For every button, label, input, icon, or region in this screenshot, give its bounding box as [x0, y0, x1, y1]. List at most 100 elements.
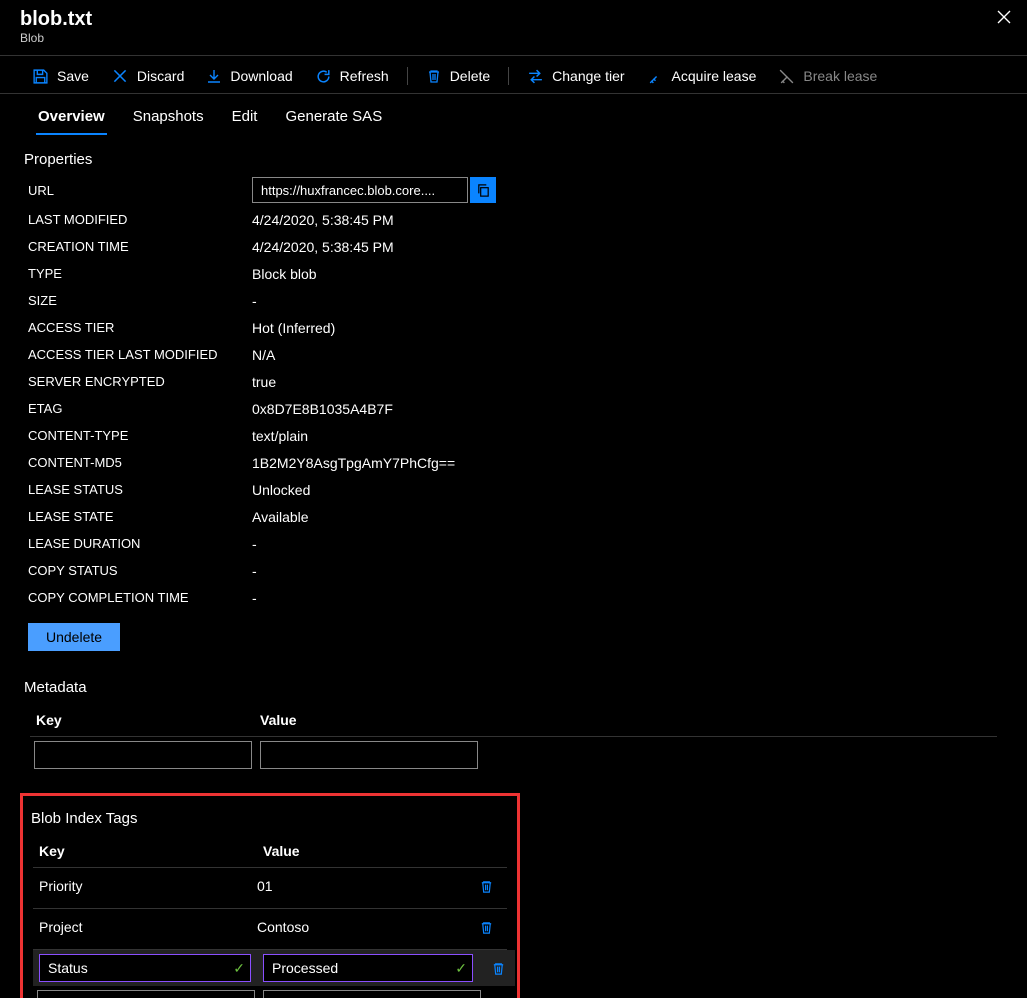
metadata-value-header: Value [260, 712, 297, 728]
property-row: COPY STATUS- [24, 557, 1003, 584]
properties-section: Properties URL LAST MODIFIED4/24/2020, 5… [0, 135, 1027, 651]
property-key: CONTENT-MD5 [28, 455, 252, 470]
tab-snapshots[interactable]: Snapshots [131, 102, 206, 135]
url-input[interactable] [252, 177, 468, 203]
discard-icon [111, 67, 129, 85]
save-label: Save [57, 68, 89, 84]
property-value: - [252, 293, 257, 309]
property-key: LEASE DURATION [28, 536, 252, 551]
property-rows: LAST MODIFIED4/24/2020, 5:38:45 PMCREATI… [24, 206, 1003, 611]
property-row: SERVER ENCRYPTEDtrue [24, 368, 1003, 395]
tag-value-input[interactable] [263, 954, 473, 982]
tags-title: Blob Index Tags [31, 810, 513, 827]
property-key: COPY COMPLETION TIME [28, 590, 252, 605]
save-button[interactable]: Save [22, 64, 99, 89]
toolbar-separator [407, 67, 408, 85]
url-box [252, 177, 496, 203]
tab-generate-sas[interactable]: Generate SAS [283, 102, 384, 135]
property-key: ACCESS TIER [28, 320, 252, 335]
panel-header: blob.txt Blob [0, 0, 1027, 51]
download-button[interactable]: Download [196, 64, 302, 88]
property-row: CONTENT-TYPEtext/plain [24, 422, 1003, 449]
property-row: LEASE STATUSUnlocked [24, 476, 1003, 503]
content-scroll[interactable]: Overview Snapshots Edit Generate SAS Pro… [0, 94, 1027, 998]
property-value: - [252, 563, 257, 579]
discard-button[interactable]: Discard [101, 63, 194, 89]
tags-row-new [27, 986, 513, 998]
delete-button[interactable]: Delete [416, 64, 500, 88]
property-value: Unlocked [252, 482, 310, 498]
property-value: Block blob [252, 266, 317, 282]
undelete-button[interactable]: Undelete [28, 623, 120, 651]
tag-delete-button[interactable] [479, 920, 494, 935]
tags-header: Key Value [27, 833, 513, 863]
download-label: Download [230, 68, 292, 84]
property-value: N/A [252, 347, 275, 363]
metadata-row [24, 737, 1003, 773]
property-value: - [252, 536, 257, 552]
tab-overview[interactable]: Overview [36, 102, 107, 135]
property-value: - [252, 590, 257, 606]
discard-label: Discard [137, 68, 184, 84]
property-key: COPY STATUS [28, 563, 252, 578]
tab-edit[interactable]: Edit [230, 102, 260, 135]
tag-key: Priority [37, 874, 255, 898]
property-value: true [252, 374, 276, 390]
break-lease-label: Break lease [803, 68, 877, 84]
property-row: LEASE STATEAvailable [24, 503, 1003, 530]
property-row: ACCESS TIER LAST MODIFIEDN/A [24, 341, 1003, 368]
property-value: 4/24/2020, 5:38:45 PM [252, 212, 394, 228]
metadata-key-input[interactable] [34, 741, 252, 769]
property-value: 0x8D7E8B1035A4B7F [252, 401, 393, 417]
property-row-url: URL [24, 174, 1003, 206]
break-lease-button: Break lease [768, 64, 887, 89]
property-row: CREATION TIME4/24/2020, 5:38:45 PM [24, 233, 1003, 260]
change-tier-button[interactable]: Change tier [517, 64, 634, 89]
property-key: CREATION TIME [28, 239, 252, 254]
tag-value: Contoso [255, 915, 473, 939]
property-key: ETAG [28, 401, 252, 416]
refresh-button[interactable]: Refresh [305, 64, 399, 89]
tag-rows: Priority01ProjectContoso [27, 868, 513, 950]
property-key: LEASE STATE [28, 509, 252, 524]
trash-icon [479, 879, 494, 894]
metadata-key-header: Key [36, 712, 260, 728]
tags-row: ProjectContoso [27, 909, 513, 945]
tag-key-input[interactable] [37, 990, 255, 998]
metadata-value-input[interactable] [260, 741, 478, 769]
property-key: LEASE STATUS [28, 482, 252, 497]
blob-detail-panel: blob.txt Blob Save Discard Download Refr… [0, 0, 1027, 998]
property-row: CONTENT-MD51B2M2Y8AsgTpgAmY7PhCfg== [24, 449, 1003, 476]
trash-icon [491, 961, 506, 976]
tab-bar: Overview Snapshots Edit Generate SAS [0, 94, 1027, 135]
toolbar: Save Discard Download Refresh Delete Cha… [0, 55, 1027, 94]
metadata-title: Metadata [24, 679, 1003, 696]
close-button[interactable] [997, 10, 1011, 24]
change-tier-label: Change tier [552, 68, 624, 84]
tag-value-input[interactable] [263, 990, 481, 998]
property-key: SIZE [28, 293, 252, 308]
tag-delete-button[interactable] [491, 961, 506, 976]
tags-row-editing: ✓ ✓ [33, 950, 515, 986]
property-value: Available [252, 509, 309, 525]
blob-title: blob.txt [20, 8, 1007, 31]
tag-key: Project [37, 915, 255, 939]
property-row: LEASE DURATION- [24, 530, 1003, 557]
property-row: TYPEBlock blob [24, 260, 1003, 287]
tag-value: 01 [255, 874, 473, 898]
copy-icon [476, 183, 491, 198]
properties-title: Properties [24, 151, 1003, 168]
tag-key-input[interactable] [39, 954, 251, 982]
change-tier-icon [527, 68, 544, 85]
delete-label: Delete [450, 68, 490, 84]
tags-row: Priority01 [27, 868, 513, 904]
acquire-lease-button[interactable]: Acquire lease [637, 64, 767, 89]
tag-delete-button[interactable] [479, 879, 494, 894]
refresh-icon [315, 68, 332, 85]
property-value: Hot (Inferred) [252, 320, 335, 336]
acquire-lease-icon [647, 68, 664, 85]
blob-subtitle: Blob [20, 31, 1007, 45]
property-key: CONTENT-TYPE [28, 428, 252, 443]
tags-key-header: Key [39, 843, 263, 859]
copy-url-button[interactable] [470, 177, 496, 203]
